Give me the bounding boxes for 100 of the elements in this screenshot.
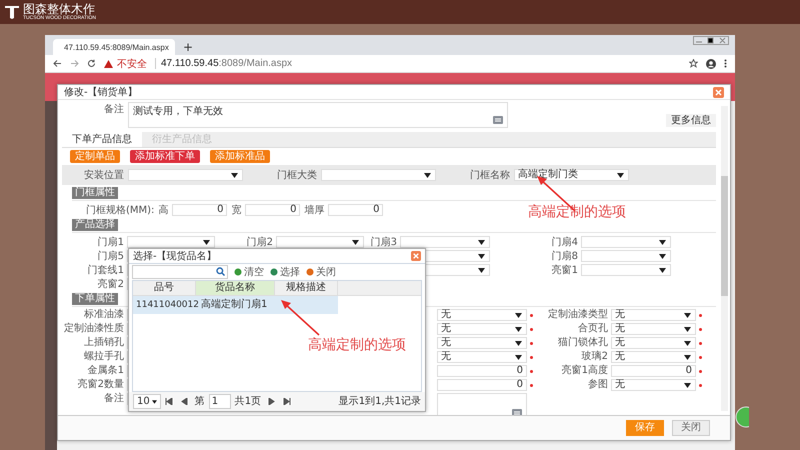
toolbar-button[interactable]: 选择 [270,265,300,279]
select-field[interactable]: 无 [611,337,696,349]
select-field[interactable] [581,264,671,276]
select-field[interactable] [321,169,436,181]
reload-icon[interactable] [87,59,96,68]
action-button[interactable]: 添加标准下单 [130,150,200,163]
scrollbar[interactable] [721,106,728,411]
select-field[interactable]: 无 [611,351,696,363]
field-label: 门扇1 [96,236,124,249]
select-field[interactable] [276,236,364,248]
field-label: 备注 [103,393,124,405]
circle-icon [234,268,242,276]
select-field[interactable]: 无 [437,351,527,363]
select-field[interactable]: 无 [437,323,527,335]
footer-button[interactable]: 关闭 [672,420,710,436]
warning-icon [104,60,113,68]
caret-icon [684,355,691,360]
field-label: 门扇3 [370,236,397,249]
back-icon[interactable] [53,59,62,68]
number-field[interactable]: 0 [437,365,527,377]
select-field[interactable]: 无 [611,309,696,321]
window-controls-icon[interactable] [693,36,729,45]
number-field[interactable]: 0 [245,204,300,216]
select-field[interactable]: 无 [611,323,696,335]
forward-icon[interactable] [70,59,79,68]
select-field[interactable] [581,236,671,248]
caret-icon [684,341,691,346]
star-icon[interactable] [689,59,698,68]
remark-field[interactable]: 测试专用，下单无效 [128,102,508,128]
more-info-button[interactable]: 更多信息 [666,114,716,127]
menu-icon[interactable] [724,59,727,68]
annotation-text: 高端定制的选项 [308,336,406,354]
table-row[interactable]: 11411040012 高端定制门扇1 [133,296,338,314]
select-field[interactable] [128,169,243,181]
field-label: 螺拉手孔 [83,351,124,363]
select-field[interactable] [127,236,215,248]
number-field[interactable]: 0 [437,379,527,391]
field-label: 合页孔 [577,323,608,335]
field-label: 亮窗2 [96,278,124,291]
field-label: 上插销孔 [83,337,124,349]
field-label: 宽 [231,204,242,217]
url-text[interactable]: 47.110.59.45:8089/Main.aspx [155,58,292,69]
close-icon[interactable] [411,251,421,261]
toolbar-button[interactable]: 关闭 [306,265,336,279]
section-title: 门框属性 [72,187,118,199]
dialog-title: 选择-【现货品名】 [133,250,217,263]
page-field[interactable]: 1 [208,394,231,409]
caret-icon [478,254,485,259]
page-size-select[interactable]: 10 [133,394,161,409]
caret-icon [231,173,238,178]
close-icon[interactable] [713,86,724,98]
field-label: 标准油漆 [83,309,124,321]
search-field[interactable] [132,265,228,279]
field-label: 门框规格(MM): [86,204,154,217]
select-field[interactable]: 无 [437,309,527,321]
logo-icon [4,4,20,20]
field-label: 参图 [587,379,608,391]
select-field[interactable]: 无 [611,379,696,391]
caret-icon [515,327,522,332]
floating-chat-icon[interactable] [735,406,749,428]
select-field[interactable]: 高端定制门类 [514,169,629,181]
number-field[interactable]: 0 [172,204,228,216]
field-label: 金属条1 [86,365,124,377]
text-area[interactable] [437,393,527,415]
field-label: 门扇8 [550,250,578,263]
tab[interactable]: 下单产品信息 [62,132,142,147]
toolbar-button[interactable]: 清空 [234,265,264,279]
field-label: 高 [158,204,168,217]
caret-icon [352,240,359,245]
security-warning[interactable]: 不安全 [117,56,147,70]
new-tab-button[interactable]: + [183,39,194,55]
number-field[interactable]: 0 [328,204,384,216]
browser-tab[interactable]: 47.110.59.45:8089/Main.aspx [53,39,175,55]
field-label: 安装位置 [83,168,124,182]
search-icon[interactable] [216,267,225,276]
field-label: 墙厚 [304,204,324,217]
keyboard-icon[interactable] [493,116,503,124]
caret-icon [659,240,666,245]
section-title: 产品选择 [72,219,118,231]
caret-icon [659,254,666,259]
keyboard-icon[interactable] [512,409,522,415]
page-label: 第 [194,395,205,408]
column-header[interactable]: 规格描述 [275,281,338,295]
account-icon[interactable] [706,58,716,68]
select-field[interactable] [581,250,671,262]
annotation-arrow [280,300,320,336]
section-title: 下单属性 [72,293,118,305]
caret-icon [684,313,691,318]
field-label: 玻璃2 [580,351,608,363]
number-field[interactable]: 0 [611,365,696,377]
select-field[interactable]: 无 [437,337,527,349]
field-label: 定制油漆性质 [63,323,124,335]
caret-icon [659,268,666,273]
field-label: 门套线1 [86,264,124,277]
field-label: 门框大类 [276,168,317,182]
select-field[interactable] [400,236,490,248]
record-summary: 显示1到1,共1记录 [338,395,421,408]
dialog-title: 修改-【销货单】 [64,86,138,99]
field-label: 门框名称 [469,168,510,182]
column-header[interactable]: 货品名称 [196,281,275,295]
